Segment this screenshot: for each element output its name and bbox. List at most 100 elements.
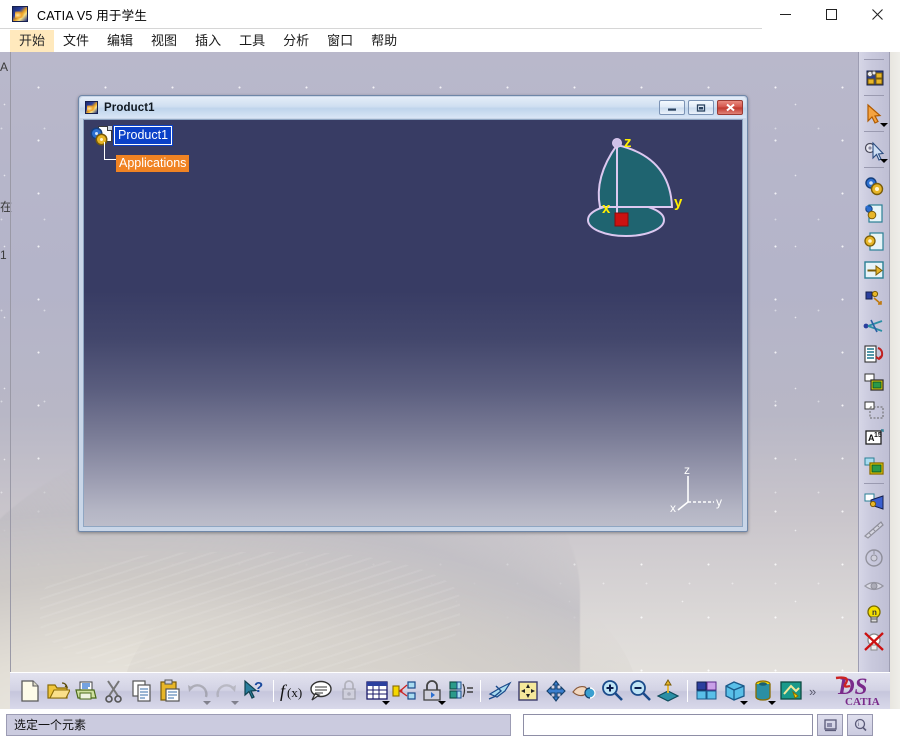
flash-tree-icon[interactable]	[859, 488, 889, 516]
power-input-window-icon[interactable]	[817, 713, 843, 736]
formula-fx-icon[interactable]: f (x)	[279, 675, 307, 707]
measure-ruler-icon[interactable]	[859, 516, 889, 544]
cut-scissors-icon[interactable]	[100, 675, 128, 707]
rotate-icon[interactable]	[570, 675, 598, 707]
print-icon[interactable]	[72, 675, 100, 707]
toolbar-separator	[864, 95, 884, 96]
render-style-icon[interactable]	[749, 675, 777, 707]
light-bulb-off-icon[interactable]	[859, 628, 889, 656]
dropdown-arrow[interactable]	[740, 701, 748, 705]
axis-triad: z x y	[670, 463, 730, 516]
tree-row-applications[interactable]: Applications	[92, 154, 190, 172]
dropdown-arrow[interactable]	[231, 701, 239, 705]
dropdown-arrow[interactable]	[880, 123, 888, 127]
mdi-child-window[interactable]: Product1 Product1 Applications z y x z x…	[78, 95, 748, 532]
copy-icon[interactable]	[128, 675, 156, 707]
knowledge-lock-icon[interactable]	[419, 675, 447, 707]
compass-label-x: x	[602, 200, 611, 217]
shading-material-icon[interactable]	[777, 675, 805, 707]
whats-this-help-icon[interactable]: ?	[240, 675, 268, 707]
triad-label-x: x	[670, 501, 676, 515]
tree-label-applications[interactable]: Applications	[116, 154, 190, 172]
menu-item-analyze[interactable]: 分析	[274, 30, 318, 52]
background-text-top: A	[0, 60, 9, 74]
annotation-text-icon[interactable]: A 15	[859, 424, 889, 452]
tree-label-product1[interactable]: Product1	[112, 124, 174, 146]
mdi-minimize-button[interactable]	[659, 100, 685, 115]
zoom-out-icon[interactable]	[626, 675, 654, 707]
catalog-browser-icon[interactable]	[859, 200, 889, 228]
menu-item-help[interactable]: 帮助	[362, 30, 406, 52]
menu-item-start[interactable]: 开始	[10, 29, 55, 52]
comment-bubble-icon[interactable]	[307, 675, 335, 707]
tree-row-root[interactable]: Product1	[92, 124, 189, 146]
toolbar-overflow-chevron[interactable]: »	[809, 684, 816, 699]
fly-mode-icon[interactable]	[486, 675, 514, 707]
toolbar-separator	[273, 680, 274, 702]
tree-node-highlight-icon[interactable]	[859, 452, 889, 480]
mdi-close-button[interactable]	[717, 100, 743, 115]
menu-item-tools[interactable]: 工具	[230, 30, 274, 52]
mdi-titlebar[interactable]: Product1	[80, 97, 746, 118]
maximize-button[interactable]	[808, 0, 854, 29]
svg-text:?: ?	[254, 679, 263, 696]
apply-material-icon[interactable]	[859, 64, 889, 92]
toolbar-separator	[864, 483, 884, 484]
dropdown-arrow[interactable]	[768, 701, 776, 705]
menu-item-file[interactable]: 文件	[54, 30, 98, 52]
dropdown-arrow[interactable]	[382, 701, 390, 705]
design-table-icon[interactable]	[363, 675, 391, 707]
hide-show-eye-icon[interactable]	[859, 572, 889, 600]
open-folder-icon[interactable]	[44, 675, 72, 707]
compass-3d[interactable]: z y x	[574, 125, 694, 245]
window-controls	[762, 0, 900, 29]
mdi-restore-button[interactable]	[688, 100, 714, 115]
scissors-cut-icon[interactable]	[859, 312, 889, 340]
menu-item-edit[interactable]: 编辑	[98, 30, 142, 52]
power-input-field[interactable]	[523, 713, 813, 736]
tree-expand-icon[interactable]	[859, 368, 889, 396]
normal-view-icon[interactable]	[654, 675, 682, 707]
parameter-relation-icon[interactable]	[391, 675, 419, 707]
paint-drop-icon[interactable]	[859, 284, 889, 312]
search-magnifier-icon[interactable]: i	[847, 713, 873, 736]
dropdown-arrow[interactable]	[880, 159, 888, 163]
status-bar-right-group: i	[523, 713, 873, 736]
undo-icon[interactable]	[184, 675, 212, 707]
compass-label-z: z	[624, 134, 632, 151]
tree-connector-horizontal	[104, 159, 116, 160]
select-with-gear-icon[interactable]	[859, 136, 889, 164]
redo-icon[interactable]	[212, 675, 240, 707]
toolbar-separator	[864, 59, 884, 60]
triad-label-z: z	[684, 464, 690, 477]
fit-all-in-icon[interactable]	[514, 675, 542, 707]
close-button[interactable]	[854, 0, 900, 29]
mdi-client-area: Product1 Product1 Applications z y x z x…	[10, 52, 890, 712]
pan-icon[interactable]	[542, 675, 570, 707]
generate-part-icon[interactable]	[859, 228, 889, 256]
dropdown-arrow[interactable]	[438, 701, 446, 705]
minimize-button[interactable]	[762, 0, 808, 29]
inertia-measure-icon[interactable]	[859, 544, 889, 572]
menu-item-window[interactable]: 窗口	[318, 30, 362, 52]
window-right-edge	[890, 52, 900, 712]
multi-view-icon[interactable]	[693, 675, 721, 707]
isometric-view-icon[interactable]	[721, 675, 749, 707]
update-gears-icon[interactable]	[859, 172, 889, 200]
menu-item-view[interactable]: 视图	[142, 30, 186, 52]
select-arrow-icon[interactable]	[859, 100, 889, 128]
background-text-low: 1	[0, 248, 7, 262]
export-arrow-icon[interactable]	[859, 256, 889, 284]
lock-padlock-icon[interactable]	[335, 675, 363, 707]
paste-icon[interactable]	[156, 675, 184, 707]
zoom-in-icon[interactable]	[598, 675, 626, 707]
new-file-icon[interactable]	[16, 675, 44, 707]
reorder-tree-icon[interactable]	[859, 340, 889, 368]
tree-overview-icon[interactable]	[859, 396, 889, 424]
light-bulb-on-icon[interactable]: n	[859, 600, 889, 628]
equations-list-icon[interactable]	[447, 675, 475, 707]
viewport-3d[interactable]: Product1 Applications z y x z x y	[83, 119, 743, 527]
menu-item-insert[interactable]: 插入	[186, 30, 230, 52]
toolbar-separator	[480, 680, 481, 702]
dropdown-arrow[interactable]	[203, 701, 211, 705]
